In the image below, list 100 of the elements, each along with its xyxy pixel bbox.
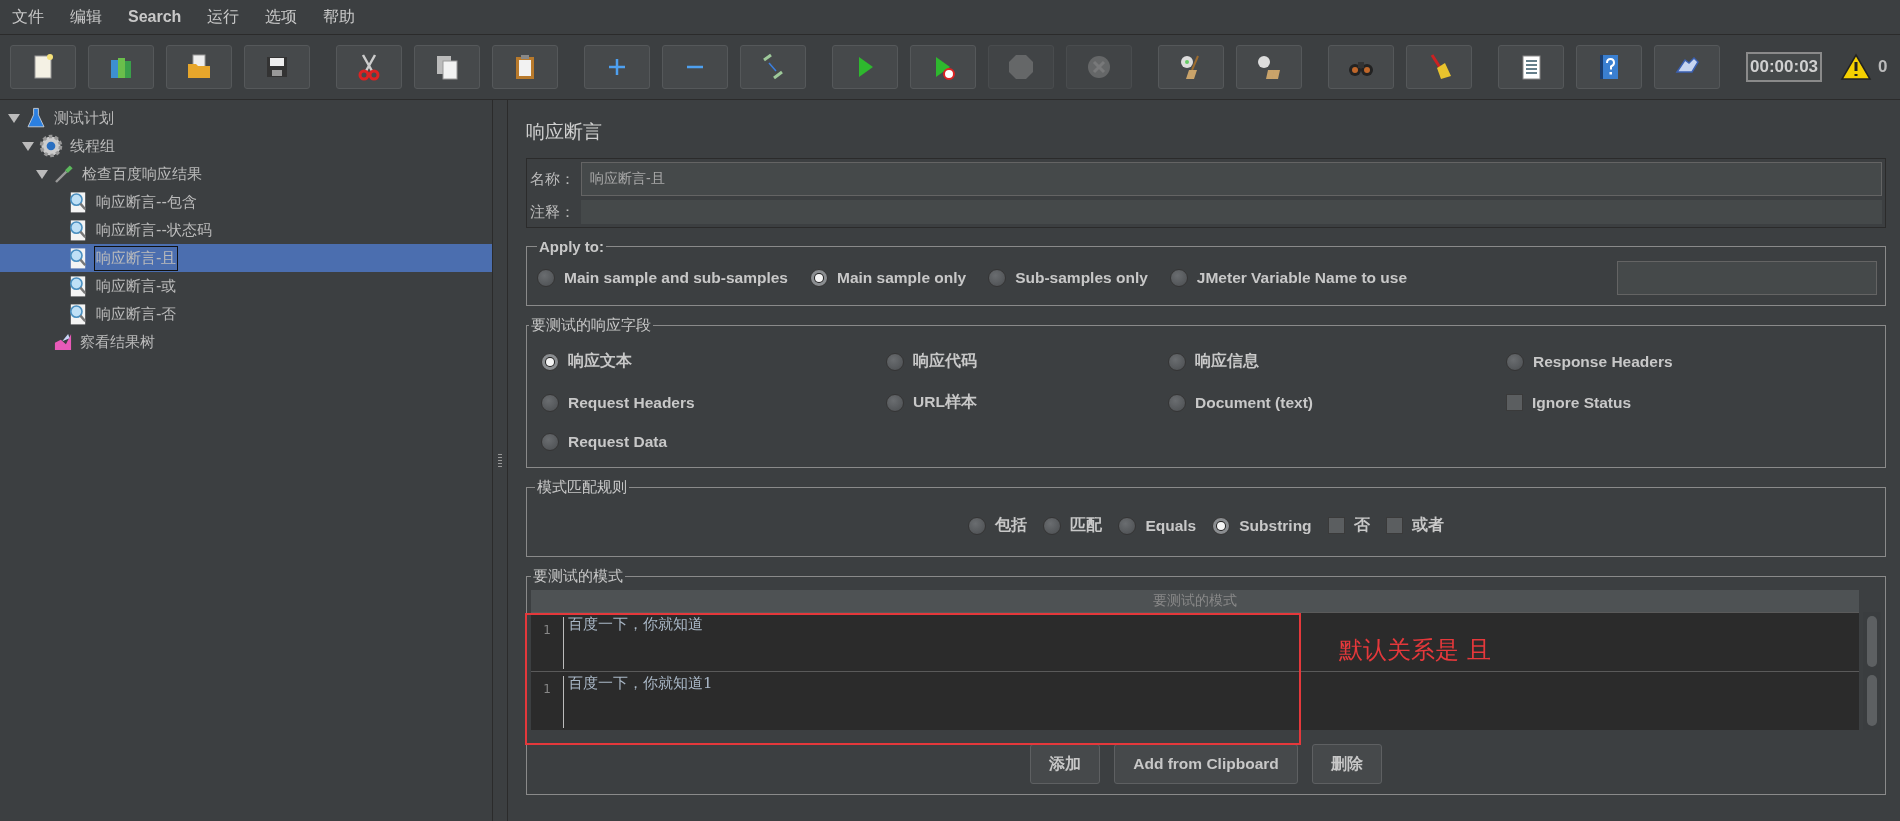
plus-icon — [608, 58, 626, 76]
expand-arrow-icon[interactable] — [36, 168, 48, 180]
group-title: 模式匹配规则 — [536, 478, 628, 497]
toolbar-button[interactable] — [1236, 45, 1302, 89]
action-button[interactable]: Add from Clipboard — [1114, 744, 1298, 784]
checkbox[interactable]: 否 — [1327, 515, 1370, 536]
tree-label: 检查百度响应结果 — [81, 163, 203, 185]
toolbar-button[interactable] — [492, 45, 558, 89]
warning-count: 0 — [1878, 57, 1888, 77]
tree-label: 响应断言-否 — [95, 303, 178, 325]
annotation-text: 默认关系是 且 — [1339, 635, 1491, 666]
name-field[interactable]: 响应断言-且 — [581, 162, 1882, 196]
menu-item[interactable]: Search — [128, 8, 182, 26]
radio-option[interactable]: Equals — [1118, 516, 1197, 535]
minus-icon — [686, 65, 704, 69]
radio-circle — [968, 516, 987, 535]
radio-option[interactable]: Sub-samples only — [988, 269, 1148, 287]
tree-label: 线程组 — [69, 135, 116, 157]
tree-row[interactable]: 响应断言-否 — [0, 300, 492, 328]
toolbar-button[interactable] — [1406, 45, 1472, 89]
column-header: 要测试的模式 — [531, 590, 1859, 612]
menu-item[interactable]: 选项 — [265, 6, 298, 28]
checkbox-square — [1385, 517, 1403, 534]
tree-row[interactable]: 响应断言--状态码 — [0, 216, 492, 244]
radio-circle — [1169, 269, 1188, 287]
toolbar-button[interactable] — [166, 45, 232, 89]
radio-circle — [1212, 516, 1231, 535]
radio-circle — [1506, 352, 1524, 371]
radio-option[interactable]: Main sample only — [809, 269, 967, 287]
flask-icon — [24, 106, 48, 130]
toolbar-button[interactable] — [1654, 45, 1720, 89]
panel-title: 响应断言 — [526, 119, 603, 144]
tree-row[interactable]: 响应断言-或 — [0, 272, 492, 300]
tree-label: 察看结果树 — [79, 331, 156, 353]
radio-option[interactable]: URL样本 — [886, 392, 977, 413]
menu-item[interactable]: 帮助 — [323, 6, 356, 28]
menu-item[interactable]: 文件 — [12, 6, 44, 28]
menu-item[interactable]: 运行 — [207, 6, 240, 28]
checkbox-square — [1327, 517, 1345, 534]
pattern-text: 百度一下，你就知道 — [567, 614, 704, 635]
tree-label: 响应断言-且 — [94, 245, 179, 271]
tree-row[interactable]: 测试计划 — [0, 104, 492, 132]
variable-name-field[interactable] — [1617, 261, 1877, 295]
radio-option[interactable]: Request Data — [541, 433, 668, 451]
toolbar-button[interactable] — [1498, 45, 1564, 89]
radio-circle — [1168, 393, 1186, 412]
field-label: 注释： — [530, 202, 575, 222]
tree-row[interactable]: 响应断言--包含 — [0, 188, 492, 216]
tree-label: 响应断言--状态码 — [95, 219, 213, 241]
tree-row[interactable]: 线程组 — [0, 132, 492, 160]
radio-circle — [809, 269, 828, 287]
radio-circle — [1043, 516, 1062, 535]
radio-circle — [1118, 516, 1137, 535]
menu-item[interactable]: 编辑 — [70, 6, 102, 28]
radio-option[interactable]: Request Headers — [541, 392, 695, 413]
radio-option[interactable]: Substring — [1212, 516, 1312, 535]
action-button[interactable]: 添加 — [1030, 744, 1101, 784]
stop-sign-icon — [1006, 52, 1036, 82]
radio-option[interactable]: 响应文本 — [541, 351, 632, 372]
pattern-text: 百度一下，你就知道1 — [567, 673, 714, 694]
radio-option[interactable]: 响应信息 — [1168, 351, 1259, 372]
checkbox[interactable]: 或者 — [1385, 515, 1444, 536]
field-label: 名称： — [530, 169, 575, 189]
tree-row[interactable]: 察看结果树 — [0, 328, 492, 356]
radio-circle — [541, 433, 559, 451]
radio-option[interactable]: 包括 — [968, 515, 1028, 536]
expand-arrow-icon[interactable] — [8, 112, 20, 124]
tree-label: 响应断言-或 — [95, 275, 178, 297]
toolbar-button[interactable] — [1158, 45, 1224, 89]
toolbar-button[interactable] — [414, 45, 480, 89]
expand-arrow-icon[interactable] — [22, 140, 34, 152]
checkbox[interactable]: Ignore Status — [1506, 392, 1632, 413]
radio-circle — [988, 269, 1007, 287]
toolbar-button[interactable] — [244, 45, 310, 89]
radio-option[interactable]: Response Headers — [1506, 351, 1673, 372]
radio-circle — [541, 352, 559, 371]
radio-option[interactable]: 匹配 — [1043, 515, 1103, 536]
line-number: 1 — [531, 676, 564, 728]
group-title: 要测试的响应字段 — [530, 316, 652, 335]
radio-option[interactable]: 响应代码 — [886, 351, 977, 372]
radio-option[interactable]: Main sample and sub-samples — [537, 269, 788, 287]
radio-circle — [537, 269, 555, 287]
tree-row[interactable]: 检查百度响应结果 — [0, 160, 492, 188]
radio-circle — [886, 393, 904, 412]
group-title: 要测试的模式 — [532, 567, 624, 586]
checkbox-square — [1506, 394, 1523, 411]
radio-circle — [1168, 352, 1186, 371]
pattern-editor[interactable]: 1 百度一下，你就知道1 — [531, 671, 1859, 730]
group-title: Apply to: — [538, 238, 605, 255]
toolbar-button[interactable] — [10, 45, 76, 89]
radio-circle — [886, 352, 904, 371]
action-button[interactable]: 删除 — [1311, 744, 1382, 784]
tree-label: 测试计划 — [53, 107, 115, 129]
radio-option[interactable]: Document (text) — [1168, 392, 1313, 413]
tree-label: 响应断言--包含 — [95, 191, 198, 213]
elapsed-timer: 00:00:03 — [1746, 52, 1823, 82]
radio-option[interactable]: JMeter Variable Name to use — [1169, 269, 1408, 287]
gear-icon — [38, 133, 64, 159]
warning-icon[interactable] — [1840, 53, 1873, 81]
radio-circle — [541, 393, 559, 412]
